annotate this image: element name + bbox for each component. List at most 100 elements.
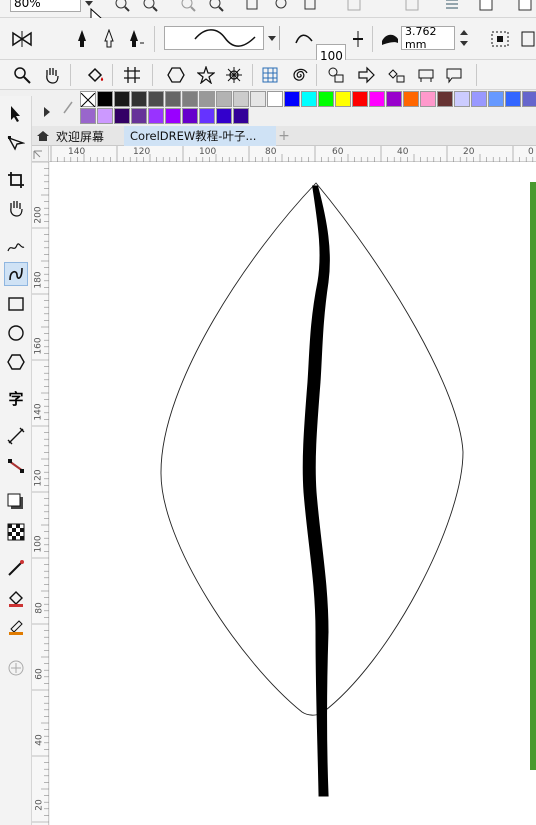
color-swatch[interactable] bbox=[165, 91, 181, 107]
connector-tool-icon[interactable] bbox=[4, 454, 28, 478]
h-ruler-label: 40 bbox=[397, 147, 409, 157]
color-swatch[interactable] bbox=[488, 91, 504, 107]
rectangle-tool-icon[interactable] bbox=[4, 292, 28, 316]
color-swatch[interactable] bbox=[114, 108, 130, 124]
align-icon[interactable] bbox=[342, 0, 366, 16]
add-tool-icon[interactable] bbox=[4, 656, 28, 680]
star-icon[interactable] bbox=[194, 63, 218, 87]
outline-width-spinner[interactable] bbox=[456, 26, 472, 50]
color-swatch[interactable] bbox=[199, 108, 215, 124]
new-tab-button[interactable]: + bbox=[276, 126, 292, 146]
callout-shapes-icon[interactable] bbox=[442, 63, 466, 87]
hexagon-icon[interactable] bbox=[164, 63, 188, 87]
color-swatch[interactable] bbox=[148, 91, 164, 107]
options-icon[interactable] bbox=[512, 0, 536, 16]
artistic-media-tool-icon[interactable] bbox=[4, 262, 28, 286]
list-icon[interactable] bbox=[440, 0, 464, 16]
graph-paper-icon[interactable] bbox=[258, 63, 282, 87]
transparency-tool-icon[interactable] bbox=[4, 520, 28, 544]
color-swatch[interactable] bbox=[454, 91, 470, 107]
color-swatch[interactable] bbox=[267, 91, 283, 107]
no-color-swatch[interactable] bbox=[80, 91, 96, 108]
color-swatch[interactable] bbox=[301, 91, 317, 107]
color-swatch[interactable] bbox=[182, 91, 198, 107]
ellipse-tool-icon[interactable] bbox=[4, 321, 28, 345]
ruler-corner[interactable] bbox=[32, 146, 49, 162]
zoom-page-icon[interactable] bbox=[242, 0, 266, 16]
zoom-out-icon[interactable] bbox=[138, 0, 162, 16]
color-swatch[interactable] bbox=[216, 91, 232, 107]
auto-close-icon[interactable] bbox=[488, 27, 512, 51]
color-swatch[interactable] bbox=[199, 91, 215, 107]
pan-hand-icon[interactable] bbox=[40, 63, 64, 87]
zoom-height-icon[interactable] bbox=[298, 0, 322, 16]
color-swatch[interactable] bbox=[437, 91, 453, 107]
pen-nib-icon-3[interactable] bbox=[124, 27, 148, 51]
color-swatch[interactable] bbox=[403, 91, 419, 107]
color-swatch[interactable] bbox=[233, 91, 249, 107]
color-swatch[interactable] bbox=[97, 91, 113, 107]
color-swatch[interactable] bbox=[335, 91, 351, 107]
grid-snap-icon[interactable] bbox=[120, 63, 144, 87]
complex-star-icon[interactable] bbox=[222, 63, 246, 87]
color-swatch[interactable] bbox=[369, 91, 385, 107]
fill-bucket-icon[interactable] bbox=[84, 63, 108, 87]
flowchart-shapes-icon[interactable] bbox=[384, 63, 408, 87]
interactive-fill-tool-icon[interactable] bbox=[4, 586, 28, 610]
freehand-tool-icon[interactable] bbox=[4, 234, 28, 258]
color-swatch[interactable] bbox=[233, 108, 249, 124]
basic-shapes-icon[interactable] bbox=[324, 63, 348, 87]
color-swatch[interactable] bbox=[97, 108, 113, 124]
palette-scroll-arrow[interactable] bbox=[44, 102, 50, 121]
pen-nib-icon-1[interactable] bbox=[70, 27, 94, 51]
parallel-dimension-tool-icon[interactable] bbox=[4, 424, 28, 448]
smoothing-slider-icon[interactable] bbox=[346, 27, 370, 51]
smart-fill-tool-icon[interactable] bbox=[4, 614, 28, 638]
color-swatch[interactable] bbox=[131, 91, 147, 107]
color-swatch[interactable] bbox=[284, 91, 300, 107]
horizontal-ruler[interactable]: 140 120 100 80 60 40 20 0 bbox=[49, 146, 536, 162]
color-swatch[interactable] bbox=[165, 108, 181, 124]
color-swatch[interactable] bbox=[471, 91, 487, 107]
color-swatch[interactable] bbox=[352, 91, 368, 107]
node-join-icon[interactable] bbox=[10, 27, 34, 51]
eyedropper-tool-icon[interactable] bbox=[4, 556, 28, 580]
color-swatch[interactable] bbox=[80, 108, 96, 124]
pen-nib-icon-2[interactable] bbox=[97, 27, 121, 51]
color-swatch[interactable] bbox=[420, 91, 436, 107]
color-swatch[interactable] bbox=[505, 91, 521, 107]
options-icon-2[interactable] bbox=[516, 27, 536, 51]
banner-shapes-icon[interactable] bbox=[414, 63, 438, 87]
zoom-tool-icon[interactable] bbox=[10, 63, 34, 87]
page-icon[interactable] bbox=[474, 0, 498, 16]
zoom-in-icon[interactable] bbox=[110, 0, 134, 16]
arrow-shapes-icon[interactable] bbox=[354, 63, 378, 87]
eyedropper-small-icon[interactable] bbox=[62, 100, 74, 119]
color-swatch[interactable] bbox=[216, 108, 232, 124]
spiral-icon[interactable] bbox=[288, 63, 312, 87]
outline-width-field[interactable]: 3.762 mm bbox=[401, 25, 455, 51]
polygon-tool-icon[interactable] bbox=[4, 350, 28, 374]
text-tool-icon[interactable]: 字 bbox=[4, 386, 28, 410]
color-swatch[interactable] bbox=[182, 108, 198, 124]
color-swatch[interactable] bbox=[522, 91, 536, 107]
crop-tool-icon[interactable] bbox=[4, 168, 28, 192]
tab-document[interactable]: CorelDREW教程-叶子... bbox=[124, 126, 276, 146]
pick-tool-icon[interactable] bbox=[4, 102, 28, 126]
zoom-all-icon[interactable] bbox=[204, 0, 228, 16]
color-swatch[interactable] bbox=[131, 108, 147, 124]
zoom-width-icon[interactable] bbox=[270, 0, 294, 16]
color-swatch[interactable] bbox=[148, 108, 164, 124]
color-swatch[interactable] bbox=[250, 91, 266, 107]
shape-tool-icon[interactable] bbox=[4, 132, 28, 156]
color-swatch[interactable] bbox=[386, 91, 402, 107]
tab-welcome-screen[interactable]: 欢迎屏幕 bbox=[32, 126, 122, 146]
color-swatch[interactable] bbox=[318, 91, 334, 107]
color-swatch[interactable] bbox=[114, 91, 130, 107]
pan-tool-icon[interactable] bbox=[4, 196, 28, 220]
distribute-icon[interactable] bbox=[400, 0, 424, 16]
line-style-dropdown[interactable] bbox=[263, 26, 279, 50]
drop-shadow-tool-icon[interactable] bbox=[4, 490, 28, 514]
zoom-selected-icon[interactable] bbox=[176, 0, 200, 16]
drawing-canvas[interactable] bbox=[50, 162, 536, 825]
